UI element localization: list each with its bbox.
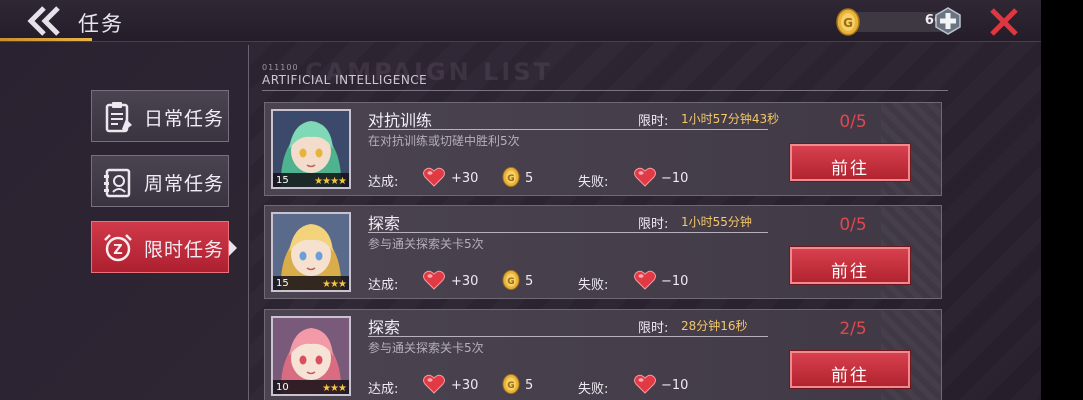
task-description: 参与通关探索关卡5次 [368, 341, 484, 355]
success-reward: +30 [451, 171, 479, 186]
tab-weekly-tasks[interactable]: 周常任务 [91, 155, 229, 207]
gold-coin-icon: G [502, 270, 520, 290]
task-progress: 2/5 [839, 319, 867, 339]
section-title: ARTIFICIAL INTELLIGENCE [262, 73, 428, 87]
divider [368, 129, 768, 130]
top-bar: 任务 G 66 [0, 0, 1041, 42]
go-button[interactable]: 前往 [790, 144, 910, 181]
go-button-label: 前往 [831, 262, 869, 282]
time-limit-value: 28分钟16秒 [681, 319, 748, 333]
task-name: 探索 [368, 214, 401, 233]
currency-display: G 66 [836, 6, 964, 36]
task-name: 对抗训练 [368, 111, 433, 130]
close-icon [990, 8, 1018, 36]
heart-icon [634, 374, 656, 394]
time-limit-label: 限时: [638, 114, 669, 129]
back-button[interactable] [22, 5, 66, 37]
character-stars: ★★★ [322, 383, 347, 394]
go-button-label: 前往 [831, 366, 869, 386]
character-level: 15 [276, 175, 289, 186]
gold-coin-icon: G [502, 374, 520, 394]
task-progress: 0/5 [839, 112, 867, 132]
task-progress: 0/5 [839, 215, 867, 235]
active-tab-indicator [229, 240, 237, 256]
plus-icon [935, 7, 961, 35]
success-label: 达成: [368, 382, 399, 397]
divider [262, 90, 948, 91]
time-limit-value: 1小时57分钟43秒 [681, 112, 780, 126]
coin-reward: 5 [525, 274, 534, 289]
alarm-clock-icon: Z [104, 234, 132, 262]
double-chevron-left-icon [27, 6, 60, 36]
coin-reward: 5 [525, 378, 534, 393]
tab-limited-tasks[interactable]: Z 限时任务 [91, 221, 229, 273]
heart-icon [423, 374, 445, 394]
fail-label: 失败: [578, 175, 609, 190]
coin-reward: 5 [525, 171, 534, 186]
title-underline [0, 38, 92, 41]
gold-coin-icon: G [502, 167, 520, 187]
portrait-info-bar: 10 ★★★ [273, 380, 349, 394]
fail-label: 失败: [578, 382, 609, 397]
heart-icon [634, 167, 656, 187]
character-portrait[interactable]: 15 ★★★★ [271, 109, 351, 189]
fail-penalty: −10 [661, 274, 689, 289]
success-label: 达成: [368, 175, 399, 190]
success-label: 达成: [368, 278, 399, 293]
character-stars: ★★★ [322, 279, 347, 290]
fail-penalty: −10 [661, 378, 689, 393]
portrait-info-bar: 15 ★★★★ [273, 173, 349, 187]
go-button[interactable]: 前往 [790, 351, 910, 388]
screen-edge [1041, 0, 1083, 400]
divider [248, 45, 249, 400]
portrait-info-bar: 15 ★★★ [273, 276, 349, 290]
go-button[interactable]: 前往 [790, 247, 910, 284]
nav-label: 日常任务 [144, 108, 225, 130]
divider [368, 336, 768, 337]
nav-label: 周常任务 [144, 173, 225, 195]
game-screen: 任务 G 66 日常任务 周常任务 Z 限时任务 CAMPAIGN LIST 0… [0, 0, 1041, 400]
tab-daily-tasks[interactable]: 日常任务 [91, 90, 229, 142]
character-portrait[interactable]: 15 ★★★ [271, 212, 351, 292]
character-portrait[interactable]: 10 ★★★ [271, 316, 351, 396]
fail-label: 失败: [578, 278, 609, 293]
heart-icon [634, 270, 656, 290]
task-card: 15 ★★★★ 对抗训练 在对抗训练或切磋中胜利5次 限时: 1小时57分钟43… [264, 102, 942, 196]
time-limit-label: 限时: [638, 321, 669, 336]
calendar-icon [104, 168, 131, 198]
time-limit-value: 1小时55分钟 [681, 215, 752, 229]
svg-text:G: G [843, 16, 853, 30]
time-limit-label: 限时: [638, 217, 669, 232]
success-reward: +30 [451, 274, 479, 289]
success-reward: +30 [451, 378, 479, 393]
task-card: 10 ★★★ 探索 参与通关探索关卡5次 限时: 28分钟16秒 2/5 前往 … [264, 309, 942, 400]
character-stars: ★★★★ [314, 176, 347, 187]
character-level: 10 [276, 382, 289, 393]
task-name: 探索 [368, 318, 401, 337]
svg-text:G: G [507, 174, 514, 184]
clipboard-icon [105, 102, 132, 133]
nav-label: 限时任务 [144, 239, 225, 261]
section-code: 011100 [262, 63, 299, 72]
gold-coin-icon: G [836, 8, 860, 36]
task-card: 15 ★★★ 探索 参与通关探索关卡5次 限时: 1小时55分钟 0/5 前往 … [264, 205, 942, 299]
go-button-label: 前往 [831, 159, 869, 179]
add-currency-button[interactable] [934, 7, 962, 35]
svg-text:G: G [507, 277, 514, 287]
task-description: 在对抗训练或切磋中胜利5次 [368, 134, 520, 148]
svg-text:Z: Z [113, 243, 122, 258]
heart-icon [423, 270, 445, 290]
divider [368, 232, 768, 233]
task-description: 参与通关探索关卡5次 [368, 237, 484, 251]
character-level: 15 [276, 278, 289, 289]
fail-penalty: −10 [661, 171, 689, 186]
svg-text:G: G [507, 381, 514, 391]
close-button[interactable] [988, 7, 1020, 37]
page-title: 任务 [78, 12, 124, 36]
heart-icon [423, 167, 445, 187]
